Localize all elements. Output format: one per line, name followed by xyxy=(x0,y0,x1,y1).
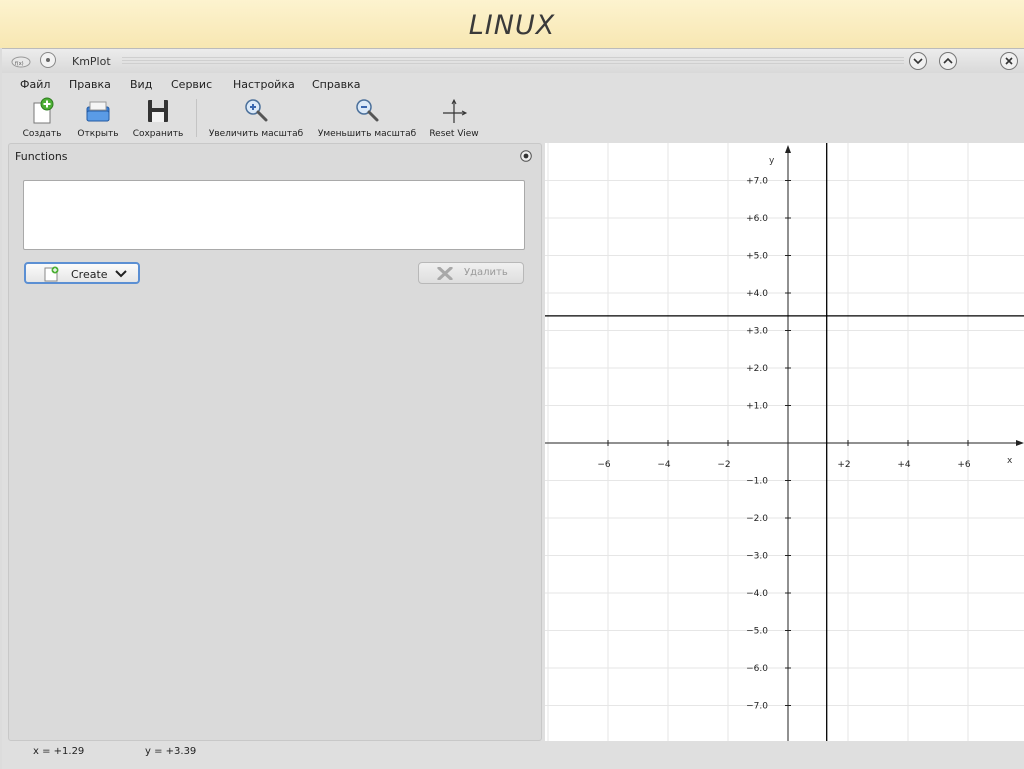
maximize-button[interactable] xyxy=(939,52,957,70)
delete-label: Удалить xyxy=(464,267,508,278)
y-axis-label: y xyxy=(769,156,775,166)
zoom-out-button[interactable]: Уменьшить масштаб xyxy=(314,95,420,141)
open-button[interactable]: Открыть xyxy=(72,95,124,141)
chevron-up-icon xyxy=(943,57,953,64)
x-tick-label: +4 xyxy=(897,460,911,470)
svg-text:f(x): f(x) xyxy=(15,61,24,67)
save-disk-icon xyxy=(148,100,168,122)
y-tick-label: +1.0 xyxy=(746,402,768,412)
y-tick-label: +4.0 xyxy=(746,289,768,299)
new-button[interactable]: Создать xyxy=(16,95,68,141)
chevron-down-icon xyxy=(913,58,923,65)
functions-panel: Functions Create Удалить xyxy=(8,143,542,741)
open-folder-icon xyxy=(86,101,110,122)
x-axis-arrow-icon xyxy=(1016,440,1024,446)
y-tick-label: −7.0 xyxy=(746,702,768,712)
y-tick-label: +3.0 xyxy=(746,327,768,337)
menu-settings[interactable]: Настройка xyxy=(233,78,295,91)
y-tick-label: −3.0 xyxy=(746,552,768,562)
window-title: KmPlot xyxy=(72,55,111,68)
banner-title: LINUX xyxy=(468,10,556,41)
new-document-icon xyxy=(44,266,59,282)
crosshair-icon xyxy=(443,98,468,123)
title-bar: f(x) KmPlot xyxy=(2,49,1024,73)
main-toolbar: Создать Открыть Сохранить Увеличить масш… xyxy=(2,95,1024,143)
menu-file[interactable]: Файл xyxy=(20,78,50,91)
zoom-out-icon xyxy=(356,99,379,122)
zoom-out-label: Уменьшить масштаб xyxy=(317,129,417,139)
functions-list[interactable] xyxy=(23,180,525,250)
slide-banner: LINUX xyxy=(0,0,1024,48)
y-tick-label: −6.0 xyxy=(746,664,768,674)
new-document-icon xyxy=(33,97,54,124)
y-tick-label: +7.0 xyxy=(746,177,768,187)
plot-area[interactable]: x y −6 −4 −2 +2 +4 +6 +7.0 +6.0 +5.0 +4.0 +3.0 +2.0 +1… xyxy=(545,143,1024,741)
y-tick-label: −4.0 xyxy=(746,589,768,599)
eye-icon[interactable] xyxy=(520,150,532,162)
app-icon[interactable]: f(x) xyxy=(11,54,31,68)
x-tick-label: −4 xyxy=(657,460,671,470)
x-tick-label: −6 xyxy=(597,460,611,470)
save-label: Сохранить xyxy=(132,129,184,139)
y-tick-label: −1.0 xyxy=(746,477,768,487)
create-label: Create xyxy=(71,268,108,281)
delete-function-button[interactable]: Удалить xyxy=(418,262,524,284)
title-bar-texture xyxy=(122,57,904,64)
minimize-button[interactable] xyxy=(909,52,927,70)
pin-icon[interactable] xyxy=(40,52,56,68)
menu-bar: Файл Правка Вид Сервис Настройка Справка xyxy=(2,75,1024,93)
toolbar-separator xyxy=(196,99,197,137)
chevron-down-icon xyxy=(115,270,127,278)
x-tick-label: −2 xyxy=(717,460,730,470)
functions-panel-title: Functions xyxy=(15,150,68,163)
zoom-in-button[interactable]: Увеличить масштаб xyxy=(204,95,308,141)
new-label: Создать xyxy=(22,129,62,139)
kmplot-window: f(x) KmPlot Файл Правка Вид Сервис Настр… xyxy=(2,48,1024,769)
close-button[interactable] xyxy=(1000,52,1018,70)
reset-view-button[interactable]: Reset View xyxy=(426,95,482,141)
zoom-in-label: Увеличить масштаб xyxy=(208,129,304,139)
save-button[interactable]: Сохранить xyxy=(130,95,186,141)
open-label: Открыть xyxy=(77,129,119,139)
status-bar: x = +1.29 y = +3.39 xyxy=(2,741,1024,769)
x-tick-label: +2 xyxy=(837,460,850,470)
menu-view[interactable]: Вид xyxy=(130,78,152,91)
x-axis-label: x xyxy=(1007,456,1013,466)
menu-help[interactable]: Справка xyxy=(312,78,360,91)
reset-view-label: Reset View xyxy=(429,129,479,139)
y-axis-arrow-icon xyxy=(785,145,791,153)
y-tick-label: −5.0 xyxy=(746,627,768,637)
close-icon xyxy=(1005,57,1013,65)
y-coordinate-readout: y = +3.39 xyxy=(145,746,197,757)
y-tick-label: +5.0 xyxy=(746,252,768,262)
y-tick-label: +6.0 xyxy=(746,214,768,224)
menu-tools[interactable]: Сервис xyxy=(171,78,212,91)
plot-canvas[interactable]: x y −6 −4 −2 +2 +4 +6 +7.0 +6.0 +5.0 +4.0 +3.0 +2.0 +1… xyxy=(545,143,1024,741)
create-function-button[interactable]: Create xyxy=(24,262,140,284)
y-tick-label: −2.0 xyxy=(746,514,768,524)
zoom-in-icon xyxy=(245,99,268,122)
x-coordinate-readout: x = +1.29 xyxy=(33,746,85,757)
y-tick-label: +2.0 xyxy=(746,364,768,374)
x-tick-label: +6 xyxy=(957,460,971,470)
delete-x-icon xyxy=(437,267,453,280)
menu-edit[interactable]: Правка xyxy=(69,78,111,91)
